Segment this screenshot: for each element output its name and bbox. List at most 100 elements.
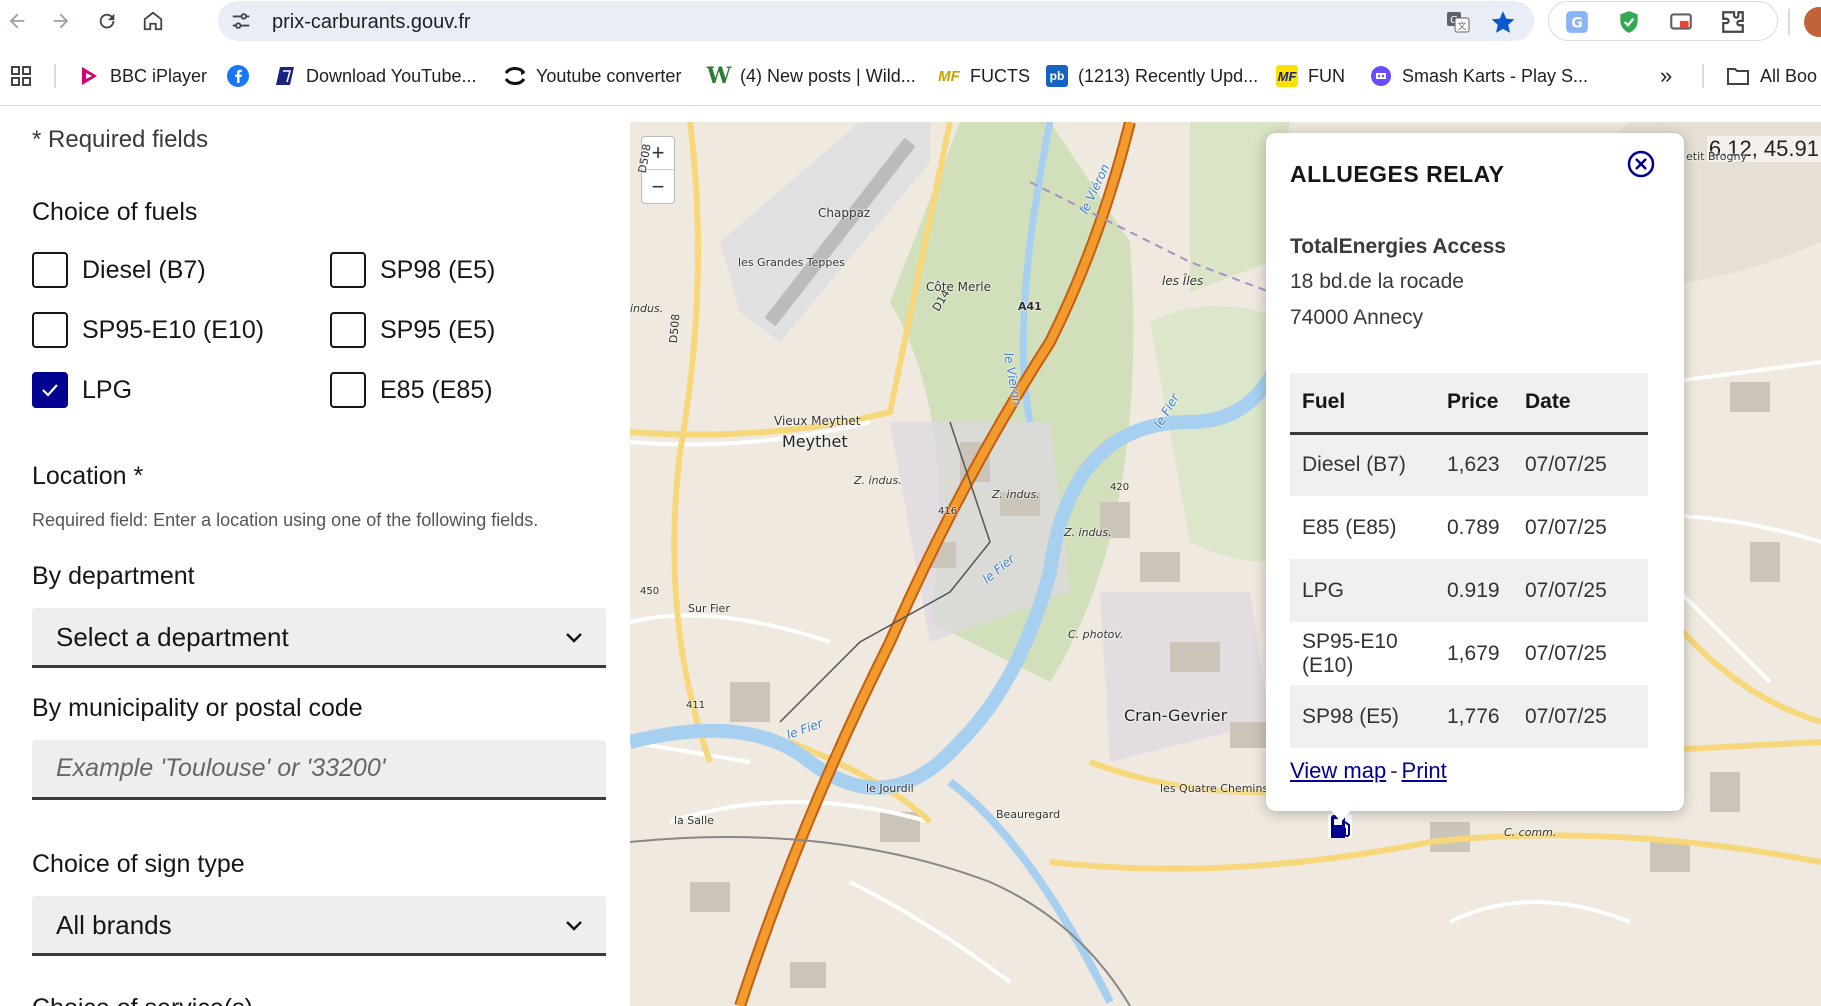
profile-avatar[interactable]	[1804, 7, 1821, 37]
bookmark-label: FUN	[1308, 65, 1345, 86]
checkbox-label: SP95 (E5)	[380, 315, 496, 344]
arrow-left-icon	[9, 13, 25, 29]
sign-type-select[interactable]: All brands	[32, 896, 606, 956]
forward-button[interactable]	[46, 6, 76, 36]
fuel-cell: LPG	[1290, 559, 1435, 622]
checkbox[interactable]	[330, 372, 366, 408]
print-link[interactable]: Print	[1402, 758, 1447, 783]
date-cell: 07/07/25	[1513, 496, 1648, 559]
svg-text:文: 文	[1457, 20, 1466, 32]
checkbox[interactable]	[32, 252, 68, 288]
shield-extension-icon[interactable]	[1616, 9, 1642, 35]
reload-button[interactable]	[92, 6, 122, 36]
bookmark-label: (1213) Recently Upd...	[1078, 65, 1259, 86]
station-brand: TotalEnergies Access	[1290, 235, 1506, 258]
map-label: la Salle	[674, 814, 714, 827]
facebook-icon	[227, 65, 249, 87]
map-label: les Grandes Teppes	[738, 256, 845, 269]
bookmarks-overflow-button[interactable]: »	[1660, 63, 1672, 89]
checkbox-label: Diesel (B7)	[82, 255, 206, 284]
bookmark-wild-forum[interactable]: W (4) New posts | Wild...	[706, 63, 916, 89]
popup-pointer	[1329, 808, 1353, 822]
browser-toolbar: prix-carburants.gouv.fr G文 G	[0, 0, 1821, 42]
map-label: C. comm.	[1504, 826, 1557, 839]
bookmark-fucts[interactable]: MF FUCTS	[938, 63, 1030, 89]
download-youtube-icon	[276, 67, 294, 85]
sign-type-title: Choice of sign type	[32, 850, 245, 878]
fuel-checkbox-lpg[interactable]: LPG	[32, 372, 132, 408]
sign-type-select-value: All brands	[56, 910, 172, 940]
station-address-line1: 18 bd.de la rocade	[1290, 270, 1464, 293]
checkbox-label: SP98 (E5)	[380, 255, 496, 284]
puzzle-extensions-icon[interactable]	[1720, 9, 1746, 35]
address-bar[interactable]: prix-carburants.gouv.fr G文	[218, 1, 1534, 41]
wild-forum-icon: W	[706, 63, 732, 89]
map-label: Cran-Gevrier	[1124, 706, 1228, 725]
map-label: 411	[686, 700, 706, 711]
map-label: Beauregard	[996, 808, 1061, 821]
map-label: les Îles	[1162, 274, 1204, 288]
google-translate-extension-icon[interactable]: G	[1564, 9, 1590, 35]
map-label: 416	[938, 506, 958, 517]
department-title: By department	[32, 562, 195, 590]
zoom-out-button[interactable]: −	[642, 170, 674, 203]
map-label: 420	[1110, 482, 1130, 493]
services-title: Choice of service(s)	[32, 994, 253, 1006]
bookmark-label: (4) New posts | Wild...	[740, 65, 916, 86]
fuel-checkbox-sp95-e10[interactable]: SP95-E10 (E10)	[32, 312, 264, 348]
apps-button[interactable]	[10, 63, 32, 89]
department-select[interactable]: Select a department	[32, 608, 606, 668]
extensions-area: G	[1548, 1, 1821, 41]
fuel-checkbox-diesel[interactable]: Diesel (B7)	[32, 252, 206, 288]
apps-grid-icon	[11, 66, 31, 86]
search-form: * Required fields Choice of fuels Diesel…	[0, 106, 630, 1006]
checkbox[interactable]	[32, 372, 68, 408]
municipality-input[interactable]	[32, 740, 606, 800]
map-label: Chappaz	[818, 206, 871, 220]
bookmark-download-youtube[interactable]: Download YouTube...	[274, 63, 476, 89]
home-button[interactable]	[138, 6, 168, 36]
view-map-link[interactable]: View map	[1290, 758, 1386, 783]
cast-extension-icon[interactable]	[1668, 9, 1694, 35]
price-cell: 0.919	[1435, 559, 1513, 622]
map-label: Z. indus.	[1064, 526, 1112, 539]
url-text[interactable]: prix-carburants.gouv.fr	[272, 11, 471, 34]
bookmark-recently-updated[interactable]: pb (1213) Recently Upd...	[1046, 63, 1258, 89]
table-row: SP98 (E5) 1,776 07/07/25	[1290, 685, 1648, 748]
bookmark-fun[interactable]: MF FUN	[1276, 63, 1345, 89]
date-cell: 07/07/25	[1513, 559, 1648, 622]
bookmark-label: Smash Karts - Play S...	[1402, 65, 1589, 86]
mf-icon: MF	[1276, 65, 1298, 87]
close-icon[interactable]	[1626, 149, 1656, 179]
column-header-fuel: Fuel	[1290, 373, 1435, 435]
price-cell: 1,679	[1435, 622, 1513, 685]
map-label: Z. indus.	[992, 488, 1040, 501]
date-cell: 07/07/25	[1513, 622, 1648, 685]
toolbar-divider	[1788, 9, 1790, 35]
fuel-checkbox-e85[interactable]: E85 (E85)	[330, 372, 493, 408]
station-popup: ALLUEGES RELAY TotalEnergies Access 18 b…	[1266, 133, 1684, 811]
fuel-checkbox-sp98[interactable]: SP98 (E5)	[330, 252, 495, 288]
checkbox[interactable]	[330, 252, 366, 288]
station-address-line2: 74000 Annecy	[1290, 306, 1424, 329]
checkbox[interactable]	[330, 312, 366, 348]
bookmark-bbc-iplayer[interactable]: BBC iPlayer	[78, 63, 207, 89]
bookmarks-divider	[54, 64, 56, 88]
all-bookmarks-button[interactable]: All Boo	[1726, 63, 1817, 89]
pb-icon: pb	[1046, 65, 1068, 87]
table-row: Diesel (B7) 1,623 07/07/25	[1290, 433, 1648, 496]
site-settings-icon[interactable]	[230, 10, 252, 32]
bookmark-facebook[interactable]	[226, 63, 250, 89]
map-label: Sur Fier	[688, 602, 730, 615]
bookmark-smash-karts[interactable]: Smash Karts - Play S...	[1370, 63, 1588, 89]
translate-icon[interactable]: G文	[1446, 10, 1470, 34]
bookmark-youtube-converter[interactable]: Youtube converter	[504, 63, 681, 89]
bookmark-star-icon[interactable]	[1490, 9, 1516, 35]
reload-icon	[99, 13, 115, 29]
checkbox[interactable]	[32, 312, 68, 348]
fuel-checkbox-sp95[interactable]: SP95 (E5)	[330, 312, 495, 348]
back-button[interactable]	[2, 6, 32, 36]
location-title: Location *	[32, 462, 144, 490]
map-label: Vieux Meythet	[774, 414, 861, 428]
map-label: C. photov.	[1068, 628, 1124, 641]
